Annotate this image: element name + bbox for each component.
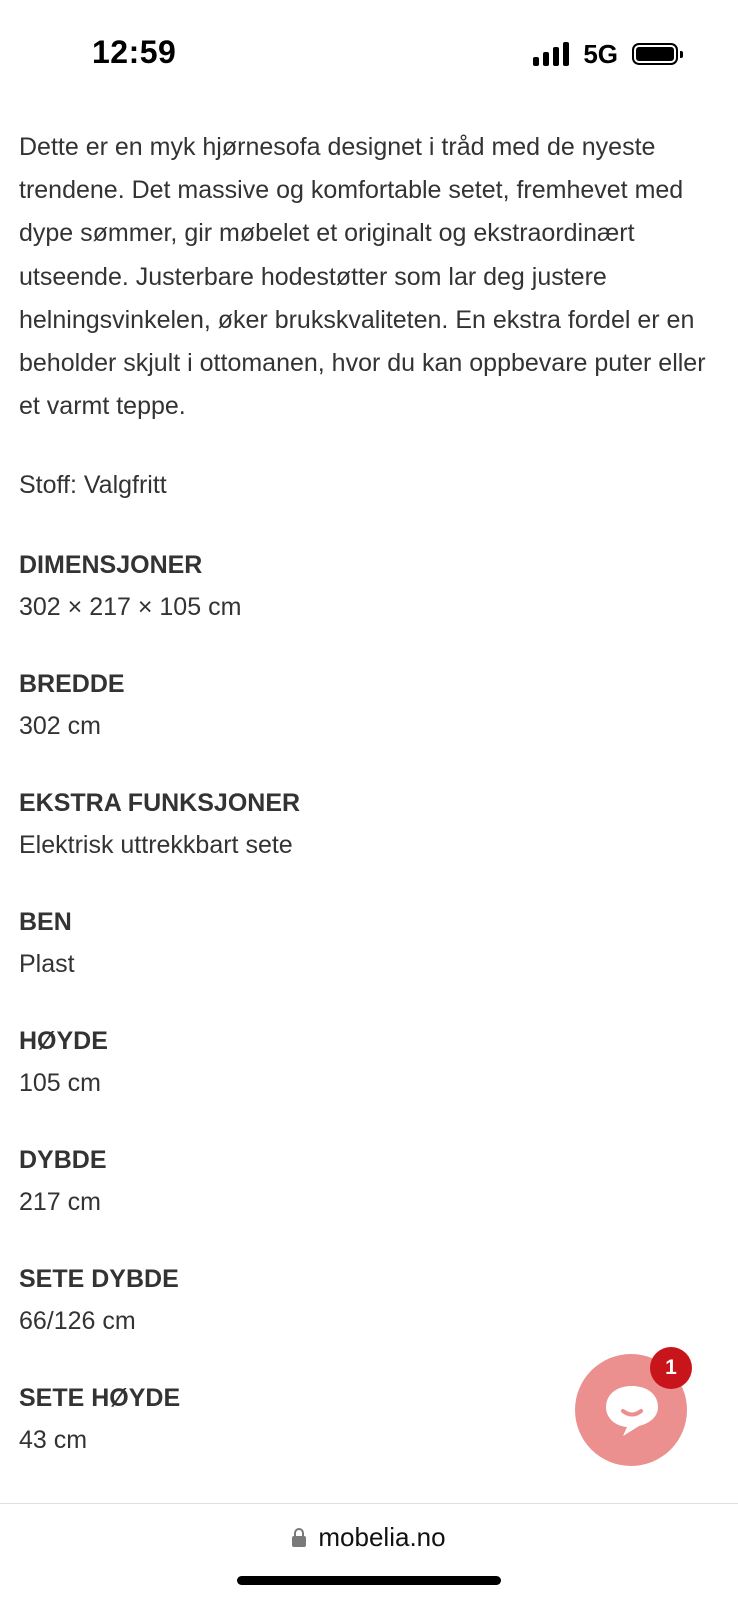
product-description: Dette er en myk hjørnesofa designet i tr…: [19, 133, 706, 421]
spec-value: 105 cm: [19, 1068, 101, 1097]
fabric-option: Stoff: Valgfritt: [19, 471, 167, 500]
spec-extra-features: EKSTRA FUNKSJONER Elektrisk uttrekkbart …: [19, 782, 724, 866]
spec-label: SETE DYBDE: [19, 1264, 179, 1293]
spec-value: Plast: [19, 949, 75, 978]
spec-label: HØYDE: [19, 1026, 108, 1055]
chat-notification-badge: 1: [650, 1347, 692, 1389]
status-bar: 12:59 5G: [0, 0, 738, 110]
product-details: Dette er en myk hjørnesofa designet i tr…: [19, 126, 724, 1461]
spec-label: BREDDE: [19, 669, 125, 698]
spec-label: EKSTRA FUNKSJONER: [19, 788, 301, 817]
spec-value: 66/126 cm: [19, 1306, 136, 1335]
spec-label: DYBDE: [19, 1145, 107, 1174]
spec-dimensions: DIMENSJONER 302 × 217 × 105 cm: [19, 544, 724, 628]
spec-legs: BEN Plast: [19, 901, 724, 985]
status-indicators: 5G: [533, 38, 683, 69]
spec-height: HØYDE 105 cm: [19, 1020, 724, 1104]
lock-icon: [292, 1528, 307, 1547]
spec-value: 302 × 217 × 105 cm: [19, 592, 242, 621]
spec-width: BREDDE 302 cm: [19, 663, 724, 747]
spec-seat-depth: SETE DYBDE 66/126 cm: [19, 1258, 724, 1342]
spec-depth: DYBDE 217 cm: [19, 1139, 724, 1223]
battery-icon: [632, 43, 683, 65]
url-text[interactable]: mobelia.no: [318, 1522, 445, 1553]
signal-icon: [533, 42, 570, 66]
network-label: 5G: [583, 38, 618, 69]
url-row[interactable]: mobelia.no: [0, 1522, 738, 1553]
spec-value: 217 cm: [19, 1187, 101, 1216]
spec-label: DIMENSJONER: [19, 550, 203, 579]
browser-address-bar[interactable]: mobelia.no: [0, 1503, 738, 1601]
spec-value: Elektrisk uttrekkbart sete: [19, 830, 293, 859]
spec-label: BEN: [19, 907, 72, 936]
home-indicator[interactable]: [237, 1576, 501, 1585]
spec-value: 302 cm: [19, 711, 101, 740]
chat-bubble-icon: [606, 1386, 658, 1436]
status-time: 12:59: [92, 34, 177, 70]
